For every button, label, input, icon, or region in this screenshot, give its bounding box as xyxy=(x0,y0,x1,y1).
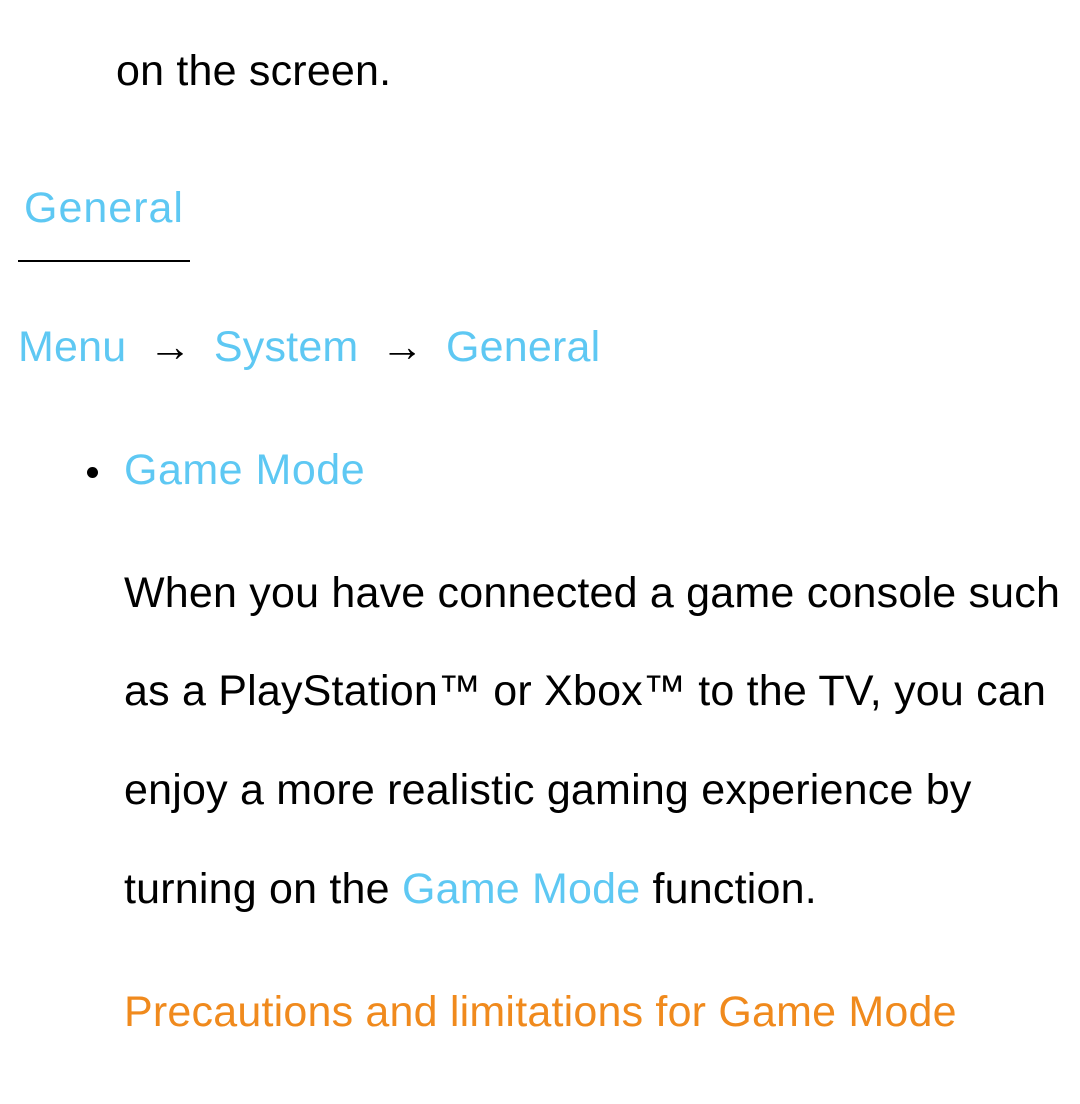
arrow-icon: → xyxy=(149,323,192,371)
crumb-menu: Menu xyxy=(18,323,126,371)
section-heading-general: General xyxy=(18,159,190,262)
desc-text-pre: When you have connected a game console s… xyxy=(124,569,1060,914)
precautions-heading: Precautions and limitations for Game Mod… xyxy=(124,963,1062,1062)
list-item: Game Mode When you have connected a game… xyxy=(116,421,1062,1062)
crumb-general: General xyxy=(446,323,600,371)
item-title-game-mode: Game Mode xyxy=(124,421,1062,520)
crumb-system: System xyxy=(214,323,359,371)
arrow-icon: → xyxy=(381,323,424,371)
prev-page-fragment: on the screen. xyxy=(18,22,1062,121)
item-description: When you have connected a game console s… xyxy=(124,544,1062,940)
desc-text-post: function. xyxy=(640,865,817,913)
desc-highlight: Game Mode xyxy=(402,865,640,913)
breadcrumb: Menu → System → General xyxy=(18,298,1062,397)
